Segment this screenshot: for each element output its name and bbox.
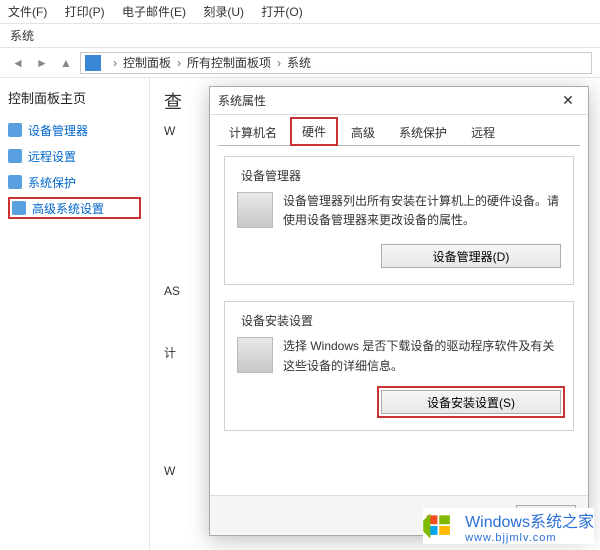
menu-burn[interactable]: 刻录(U): [203, 5, 244, 19]
crumb-mid[interactable]: 所有控制面板项: [187, 54, 271, 71]
device-install-icon: [237, 337, 273, 373]
breadcrumb[interactable]: › 控制面板 › 所有控制面板项 › 系统: [80, 52, 592, 74]
nav-bar: ◄ ► ▲ › 控制面板 › 所有控制面板项 › 系统: [0, 48, 600, 78]
sidebar-item-label: 设备管理器: [28, 122, 88, 139]
shield-icon: [8, 149, 22, 163]
group-description: 选择 Windows 是否下载设备的驱动程序软件及有关这些设备的详细信息。: [283, 337, 561, 375]
crumb-leaf[interactable]: 系统: [287, 54, 311, 71]
shield-icon: [12, 201, 26, 215]
nav-up-icon[interactable]: ▲: [56, 53, 76, 73]
chevron-right-icon: ›: [113, 56, 117, 70]
sidebar: 控制面板主页 设备管理器 远程设置 系统保护 高级系统设置: [0, 78, 150, 550]
sidebar-item-label: 高级系统设置: [32, 200, 104, 217]
sidebar-item-device-manager[interactable]: 设备管理器: [8, 119, 141, 141]
group-device-manager: 设备管理器 设备管理器列出所有安装在计算机上的硬件设备。请使用设备管理器来更改设…: [224, 156, 574, 285]
tab-advanced[interactable]: 高级: [340, 119, 386, 145]
dialog-tabs: 计算机名 硬件 高级 系统保护 远程: [210, 115, 588, 145]
sidebar-item-remote-settings[interactable]: 远程设置: [8, 145, 141, 167]
shield-icon: [8, 175, 22, 189]
nav-back-icon[interactable]: ◄: [8, 53, 28, 73]
brand-title: Windows系统之家: [465, 508, 594, 532]
dialog-title: 系统属性: [218, 92, 266, 109]
brand-url: www.bjjmlv.com: [465, 532, 594, 544]
tab-hardware[interactable]: 硬件: [290, 117, 338, 146]
sidebar-item-label: 系统保护: [28, 174, 76, 191]
system-properties-dialog: 系统属性 ✕ 计算机名 硬件 高级 系统保护 远程 设备管理器 设备管理器列出所…: [209, 86, 589, 536]
device-manager-icon: [237, 192, 273, 228]
menu-print[interactable]: 打印(P): [65, 5, 105, 19]
sidebar-heading: 控制面板主页: [8, 88, 141, 107]
dialog-body: 设备管理器 设备管理器列出所有安装在计算机上的硬件设备。请使用设备管理器来更改设…: [210, 146, 588, 457]
control-panel-icon: [85, 55, 101, 71]
group-device-install-settings: 设备安装设置 选择 Windows 是否下载设备的驱动程序软件及有关这些设备的详…: [224, 301, 574, 430]
tab-remote[interactable]: 远程: [460, 119, 506, 145]
tab-system-protection[interactable]: 系统保护: [388, 119, 458, 145]
crumb-root[interactable]: 控制面板: [123, 54, 171, 71]
window-title: 系统: [0, 24, 600, 48]
windows-logo-icon: [423, 510, 459, 542]
close-icon[interactable]: ✕: [556, 92, 580, 109]
dialog-titlebar: 系统属性 ✕: [210, 87, 588, 115]
menu-open[interactable]: 打开(O): [261, 5, 302, 19]
chevron-right-icon: ›: [277, 56, 281, 70]
device-manager-button[interactable]: 设备管理器(D): [381, 244, 561, 268]
menu-file[interactable]: 文件(F): [8, 5, 47, 19]
group-description: 设备管理器列出所有安装在计算机上的硬件设备。请使用设备管理器来更改设备的属性。: [283, 192, 561, 230]
sidebar-item-label: 远程设置: [28, 148, 76, 165]
group-label: 设备安装设置: [237, 312, 317, 329]
group-label: 设备管理器: [237, 167, 305, 184]
tab-computer-name[interactable]: 计算机名: [218, 119, 288, 145]
sidebar-item-system-protection[interactable]: 系统保护: [8, 171, 141, 193]
device-install-settings-button[interactable]: 设备安装设置(S): [381, 390, 561, 414]
sidebar-item-advanced-system-settings[interactable]: 高级系统设置: [8, 197, 141, 219]
nav-forward-icon[interactable]: ►: [32, 53, 52, 73]
menu-bar: 文件(F) 打印(P) 电子邮件(E) 刻录(U) 打开(O): [0, 0, 600, 24]
chevron-right-icon: ›: [177, 56, 181, 70]
shield-icon: [8, 123, 22, 137]
menu-email[interactable]: 电子邮件(E): [122, 5, 186, 19]
watermark-brand: Windows系统之家 www.bjjmlv.com: [423, 508, 594, 544]
